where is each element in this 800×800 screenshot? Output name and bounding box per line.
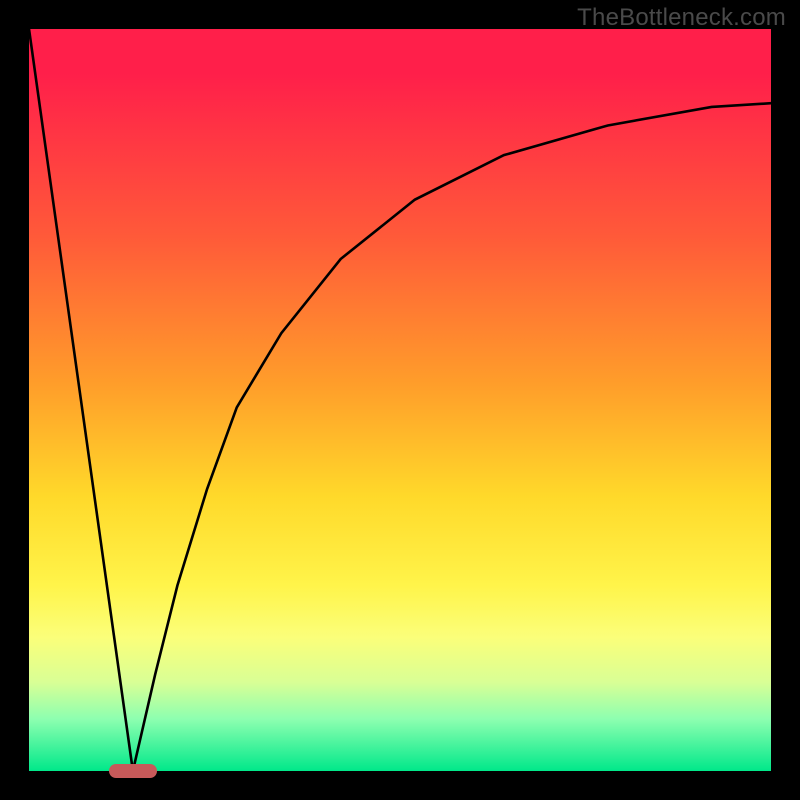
chart-lines xyxy=(29,29,771,771)
curve-left-linear xyxy=(29,29,133,771)
plot-area xyxy=(29,29,771,771)
watermark-text: TheBottleneck.com xyxy=(577,4,786,32)
bottleneck-marker xyxy=(109,764,157,778)
chart-frame: TheBottleneck.com xyxy=(0,0,800,800)
curve-right xyxy=(133,103,771,771)
